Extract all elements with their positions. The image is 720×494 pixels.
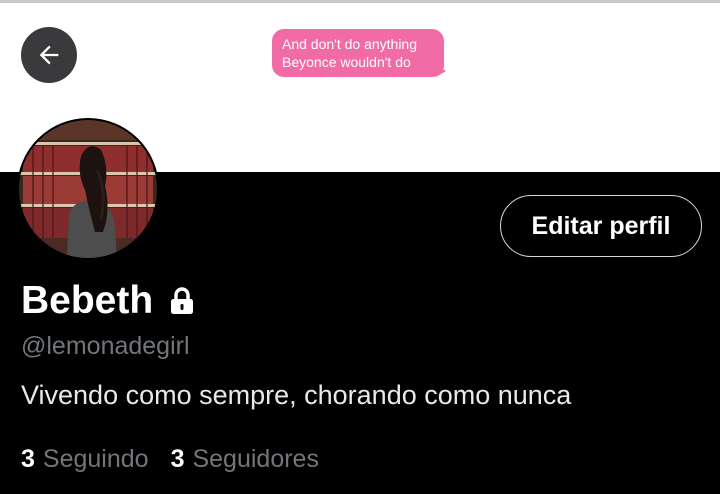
bubble-line-2: Beyonce wouldn't do <box>282 54 411 70</box>
bubble-line-1: And don't do anything <box>282 36 418 52</box>
message-bubble: And don't do anything Beyonce wouldn't d… <box>272 29 444 77</box>
follow-stats: 3 Seguindo 3 Seguidores <box>21 445 319 474</box>
avatar[interactable] <box>17 118 159 260</box>
edit-profile-button[interactable]: Editar perfil <box>500 195 702 257</box>
following-count: 3 <box>21 445 35 473</box>
following-label: Seguindo <box>42 445 149 473</box>
back-button[interactable] <box>21 27 77 83</box>
lock-icon <box>169 287 195 315</box>
name-row: Bebeth <box>21 278 195 324</box>
arrow-left-icon <box>39 45 59 65</box>
profile-bio: Vivendo como sempre, chorando como nunca <box>21 380 572 410</box>
followers-link[interactable]: 3 Seguidores <box>171 445 319 474</box>
followers-label: Seguidores <box>192 445 319 473</box>
username-handle: @lemonadegirl <box>21 332 190 360</box>
followers-count: 3 <box>170 445 185 473</box>
bubble-tail <box>436 65 446 77</box>
display-name: Bebeth <box>21 279 154 322</box>
following-link[interactable]: 3 Seguindo <box>21 445 149 474</box>
avatar-image <box>19 120 157 258</box>
